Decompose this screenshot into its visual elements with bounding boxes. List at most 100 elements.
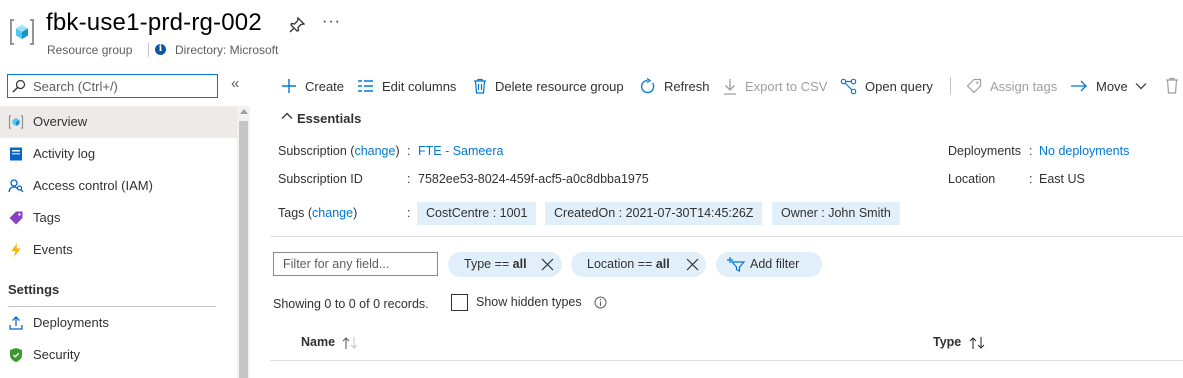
location-colon: : — [1029, 172, 1033, 186]
show-hidden-types-label: Show hidden types — [476, 295, 582, 309]
refresh-button[interactable]: Refresh — [639, 76, 710, 96]
sidebar-item-security[interactable]: Security — [0, 339, 237, 371]
filter-input[interactable]: Filter for any field... — [273, 252, 438, 276]
column-header-type[interactable]: Type — [933, 335, 961, 349]
info-icon: i — [155, 44, 166, 55]
delete-resource-group-button[interactable]: Delete resource group — [473, 76, 624, 96]
sidebar-item-label: Activity log — [33, 146, 96, 161]
chevron-down-icon — [1135, 83, 1147, 90]
filter-placeholder: Filter for any field... — [283, 257, 390, 271]
tag-icon — [9, 211, 23, 225]
directory-label: Directory: Microsoft — [175, 43, 279, 57]
sidebar-item-label: Security — [33, 347, 80, 362]
type-filter-pill[interactable]: Type == all — [448, 252, 562, 277]
sidebar-search-input[interactable]: Search (Ctrl+/) — [7, 74, 218, 98]
scrollbar-thumb[interactable] — [239, 121, 248, 378]
sidebar-item-label: Tags — [33, 210, 61, 225]
sidebar-item-label: Events — [33, 242, 73, 257]
essentials-divider — [270, 236, 1183, 237]
add-filter-button[interactable]: Add filter — [716, 252, 822, 277]
plus-icon — [282, 79, 296, 93]
location-filter-pill[interactable]: Location == all — [571, 252, 706, 277]
export-csv-button[interactable]: Export to CSV — [723, 76, 827, 96]
access-control-icon — [8, 179, 24, 193]
command-bar-divider — [950, 77, 951, 95]
location-value: East US — [1039, 172, 1085, 186]
header-divider — [148, 43, 149, 57]
show-hidden-types-checkbox[interactable] — [451, 294, 468, 311]
resource-group-icon — [10, 19, 34, 45]
sidebar: Search (Ctrl+/) « Overview Activity log … — [0, 66, 254, 378]
page-title: fbk-use1-prd-rg-002 — [46, 9, 262, 36]
tags-label: Tags (change) — [278, 206, 358, 220]
page-header: fbk-use1-prd-rg-002 ··· Resource group i… — [0, 0, 1183, 66]
refresh-label: Refresh — [664, 78, 710, 94]
deployments-colon: : — [1029, 144, 1033, 158]
tag-chip: Owner : John Smith — [772, 202, 900, 225]
sidebar-item-overview[interactable]: Overview — [0, 106, 237, 138]
query-icon — [840, 78, 857, 94]
location-filter-text: Location == all — [587, 257, 670, 271]
trash-icon — [474, 78, 486, 94]
change-tags-link[interactable]: change — [312, 206, 353, 220]
records-count: Showing 0 to 0 of 0 records. — [273, 297, 429, 311]
sort-icon[interactable] — [341, 336, 359, 350]
assign-tags-button[interactable]: Assign tags — [966, 76, 1057, 96]
export-label: Export to CSV — [745, 78, 828, 94]
tags-colon: : — [407, 206, 411, 220]
close-icon[interactable] — [541, 258, 554, 271]
subscription-value-link[interactable]: FTE - Sameera — [418, 144, 503, 158]
pin-icon[interactable] — [288, 16, 306, 34]
move-label: Move — [1096, 78, 1128, 94]
download-icon — [724, 78, 736, 95]
move-button[interactable]: Move — [1070, 76, 1147, 96]
subscription-colon: : — [407, 144, 411, 158]
arrow-right-icon — [1071, 80, 1087, 92]
sidebar-item-access-control[interactable]: Access control (IAM) — [0, 170, 237, 202]
sort-icon[interactable] — [968, 336, 986, 350]
search-placeholder: Search (Ctrl+/) — [33, 79, 118, 94]
subscription-id-value: 7582ee53-8024-459f-acf5-a0c8dbba1975 — [418, 172, 649, 186]
type-filter-text: Type == all — [464, 257, 527, 271]
edit-columns-button[interactable]: Edit columns — [357, 76, 456, 96]
more-icon[interactable]: ··· — [322, 13, 341, 31]
edit-columns-label: Edit columns — [382, 78, 457, 94]
page-subtitle: Resource group — [47, 43, 133, 57]
deployments-value-link[interactable]: No deployments — [1039, 144, 1129, 158]
events-bolt-icon — [11, 243, 21, 257]
deployments-icon — [9, 316, 23, 330]
close-icon[interactable] — [686, 258, 699, 271]
column-header-name[interactable]: Name — [301, 335, 335, 349]
subscription-id-colon: : — [407, 172, 411, 186]
sidebar-item-events[interactable]: Events — [0, 234, 237, 266]
sidebar-item-deployments[interactable]: Deployments — [0, 307, 237, 339]
sidebar-item-tags[interactable]: Tags — [0, 202, 237, 234]
create-label: Create — [305, 78, 345, 94]
tag-outline-icon — [966, 78, 982, 94]
add-filter-icon — [727, 257, 746, 272]
search-icon — [12, 79, 26, 93]
essentials-collapse-icon[interactable] — [281, 110, 293, 122]
scroll-up-arrow-icon[interactable] — [240, 109, 248, 114]
sidebar-item-label: Access control (IAM) — [33, 178, 153, 193]
security-shield-icon — [10, 348, 22, 362]
trash-overflow-icon[interactable] — [1165, 77, 1179, 94]
open-query-label: Open query — [865, 78, 933, 94]
tag-chip: CreatedOn : 2021-07-30T14:45:26Z — [545, 202, 763, 225]
overview-icon — [8, 115, 24, 129]
essentials-heading: Essentials — [297, 111, 362, 126]
columns-icon — [358, 80, 373, 92]
deployments-label: Deployments — [948, 144, 1021, 158]
location-label: Location — [948, 172, 996, 186]
open-query-button[interactable]: Open query — [840, 76, 933, 96]
change-subscription-link[interactable]: change — [354, 144, 395, 158]
subscription-id-label: Subscription ID — [278, 172, 363, 186]
collapse-sidebar-icon[interactable]: « — [231, 75, 239, 92]
sidebar-item-label: Deployments — [33, 315, 109, 330]
subscription-label: Subscription (change) — [278, 144, 400, 158]
info-circle-icon[interactable] — [594, 296, 607, 309]
create-button[interactable]: Create — [281, 76, 344, 96]
sidebar-item-activity-log[interactable]: Activity log — [0, 138, 237, 170]
sidebar-item-label: Overview — [33, 114, 88, 129]
add-filter-label: Add filter — [750, 257, 800, 271]
